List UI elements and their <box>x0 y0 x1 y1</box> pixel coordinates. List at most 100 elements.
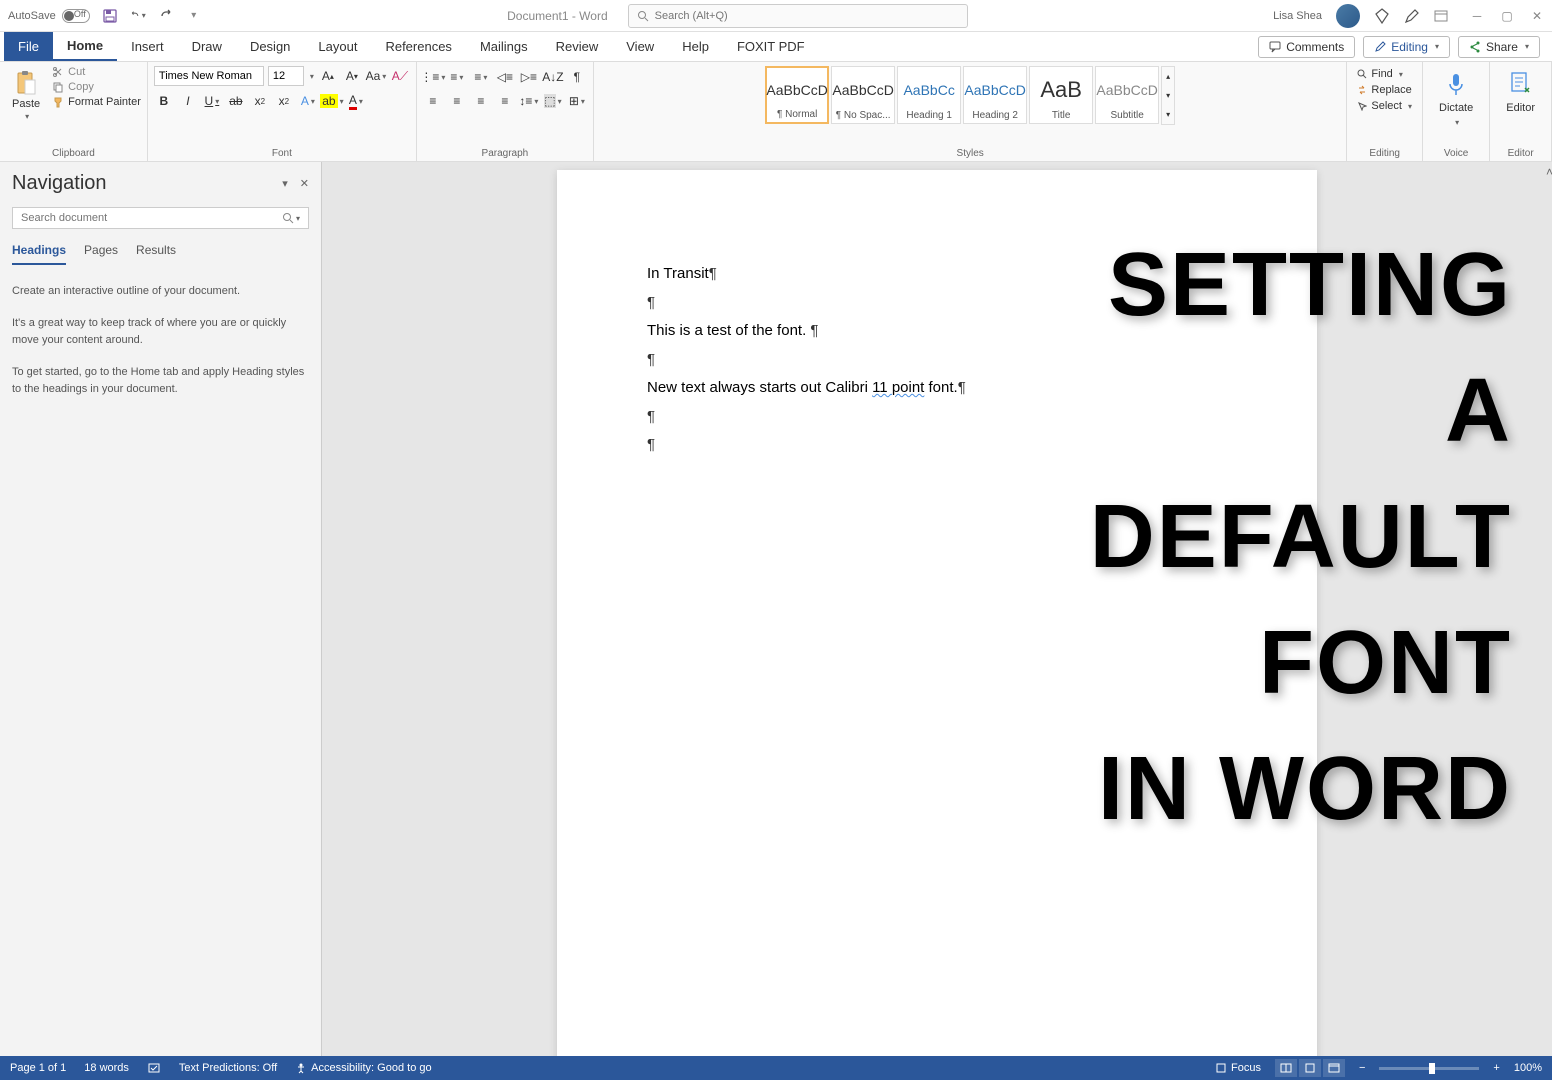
gallery-more-icon[interactable]: ▾ <box>1162 105 1174 124</box>
search-input[interactable] <box>655 10 959 22</box>
style-title[interactable]: AaBTitle <box>1029 66 1093 124</box>
status-accessibility[interactable]: Accessibility: Good to go <box>295 1062 431 1074</box>
search-box[interactable] <box>628 4 968 28</box>
clear-format-icon[interactable]: A⟋ <box>390 67 410 85</box>
comments-button[interactable]: Comments <box>1258 36 1355 58</box>
print-layout-icon[interactable] <box>1299 1059 1321 1077</box>
zoom-level[interactable]: 100% <box>1514 1062 1542 1074</box>
close-button[interactable]: ✕ <box>1530 9 1544 23</box>
ribbon-display-icon[interactable] <box>1434 9 1448 23</box>
avatar[interactable] <box>1336 4 1360 28</box>
font-group-label: Font <box>154 146 410 161</box>
format-painter-button[interactable]: Format Painter <box>52 96 141 108</box>
highlight-icon[interactable]: ab▾ <box>322 92 342 110</box>
numbering-icon[interactable]: ≡▾ <box>447 68 467 86</box>
bullets-icon[interactable]: ⋮≡▾ <box>423 68 443 86</box>
tab-mailings[interactable]: Mailings <box>466 32 542 61</box>
zoom-out-icon[interactable]: − <box>1359 1062 1365 1074</box>
nav-tab-pages[interactable]: Pages <box>84 243 118 265</box>
tab-insert[interactable]: Insert <box>117 32 178 61</box>
nav-search-box[interactable]: ▾ <box>12 207 309 229</box>
gallery-down-icon[interactable]: ▾ <box>1162 86 1174 105</box>
decrease-indent-icon[interactable]: ◁≡ <box>495 68 515 86</box>
style-nospacing[interactable]: AaBbCcD¶ No Spac... <box>831 66 895 124</box>
tab-foxit[interactable]: FOXIT PDF <box>723 32 819 61</box>
align-left-icon[interactable]: ≡ <box>423 92 443 110</box>
nav-search-input[interactable] <box>21 212 282 224</box>
diamond-icon[interactable] <box>1374 8 1390 24</box>
redo-icon[interactable] <box>158 8 174 24</box>
minimize-button[interactable]: ─ <box>1470 9 1484 23</box>
maximize-button[interactable]: ▢ <box>1500 9 1514 23</box>
align-center-icon[interactable]: ≡ <box>447 92 467 110</box>
borders-icon[interactable]: ⊞▾ <box>567 92 587 110</box>
shrink-font-icon[interactable]: A▾ <box>342 67 362 85</box>
save-icon[interactable] <box>102 8 118 24</box>
nav-dropdown-icon[interactable]: ▾ <box>282 177 288 190</box>
line-spacing-icon[interactable]: ↕≡▾ <box>519 92 539 110</box>
undo-icon[interactable]: ▾ <box>130 8 146 24</box>
spellcheck-icon[interactable] <box>147 1061 161 1075</box>
focus-button[interactable]: Focus <box>1215 1062 1261 1074</box>
zoom-slider[interactable] <box>1379 1067 1479 1070</box>
web-layout-icon[interactable] <box>1323 1059 1345 1077</box>
tab-review[interactable]: Review <box>542 32 613 61</box>
tab-home[interactable]: Home <box>53 32 117 61</box>
pen-icon[interactable] <box>1404 8 1420 24</box>
font-color-icon[interactable]: A▾ <box>346 92 366 110</box>
replace-button[interactable]: Replace <box>1357 84 1412 96</box>
editing-mode-button[interactable]: Editing ▾ <box>1363 36 1450 58</box>
grow-font-icon[interactable]: A▴ <box>318 67 338 85</box>
style-normal[interactable]: AaBbCcD¶ Normal <box>765 66 829 124</box>
tab-layout[interactable]: Layout <box>304 32 371 61</box>
italic-button[interactable]: I <box>178 92 198 110</box>
tab-design[interactable]: Design <box>236 32 304 61</box>
show-marks-icon[interactable]: ¶ <box>567 68 587 86</box>
status-words[interactable]: 18 words <box>84 1062 129 1074</box>
gallery-up-icon[interactable]: ▴ <box>1162 67 1174 86</box>
nav-close-icon[interactable]: ✕ <box>300 177 309 190</box>
tab-file[interactable]: File <box>4 32 53 61</box>
underline-button[interactable]: U▾ <box>202 92 222 110</box>
select-button[interactable]: Select▾ <box>1357 100 1412 112</box>
change-case-icon[interactable]: Aa▾ <box>366 67 386 85</box>
read-mode-icon[interactable] <box>1275 1059 1297 1077</box>
increase-indent-icon[interactable]: ▷≡ <box>519 68 539 86</box>
strikethrough-button[interactable]: ab <box>226 92 246 110</box>
document-area[interactable]: In Transit¶ ¶ This is a test of the font… <box>322 162 1552 1056</box>
sort-icon[interactable]: A↓Z <box>543 68 563 86</box>
tab-references[interactable]: References <box>371 32 465 61</box>
style-heading1[interactable]: AaBbCcHeading 1 <box>897 66 961 124</box>
editing-group-label: Editing <box>1353 146 1416 161</box>
style-heading2[interactable]: AaBbCcDHeading 2 <box>963 66 1027 124</box>
nav-tab-headings[interactable]: Headings <box>12 243 66 265</box>
tab-draw[interactable]: Draw <box>178 32 236 61</box>
autosave-toggle[interactable]: AutoSave Off <box>8 9 90 23</box>
zoom-thumb[interactable] <box>1429 1063 1435 1074</box>
nav-tab-results[interactable]: Results <box>136 243 176 265</box>
tab-view[interactable]: View <box>612 32 668 61</box>
align-right-icon[interactable]: ≡ <box>471 92 491 110</box>
share-button[interactable]: Share ▾ <box>1458 36 1540 58</box>
tab-help[interactable]: Help <box>668 32 723 61</box>
qat-customize-icon[interactable]: ▾ <box>186 8 202 24</box>
superscript-button[interactable]: x2 <box>274 92 294 110</box>
bold-button[interactable]: B <box>154 92 174 110</box>
style-subtitle[interactable]: AaBbCcDSubtitle <box>1095 66 1159 124</box>
justify-icon[interactable]: ≡ <box>495 92 515 110</box>
paste-button[interactable]: Paste ▾ <box>6 66 46 125</box>
status-page[interactable]: Page 1 of 1 <box>10 1062 66 1074</box>
dictate-button[interactable]: Dictate▾ <box>1429 66 1483 131</box>
copy-button[interactable]: Copy <box>52 81 141 93</box>
font-size-select[interactable] <box>268 66 304 86</box>
status-predictions[interactable]: Text Predictions: Off <box>179 1062 277 1074</box>
cut-button[interactable]: Cut <box>52 66 141 78</box>
multilevel-icon[interactable]: ≡▾ <box>471 68 491 86</box>
zoom-in-icon[interactable]: + <box>1493 1062 1499 1074</box>
shading-icon[interactable]: ⬚▾ <box>543 92 563 110</box>
editor-button[interactable]: Editor <box>1496 66 1545 118</box>
subscript-button[interactable]: x2 <box>250 92 270 110</box>
find-button[interactable]: Find▾ <box>1357 68 1412 80</box>
text-effects-icon[interactable]: A▾ <box>298 92 318 110</box>
font-name-select[interactable] <box>154 66 264 86</box>
